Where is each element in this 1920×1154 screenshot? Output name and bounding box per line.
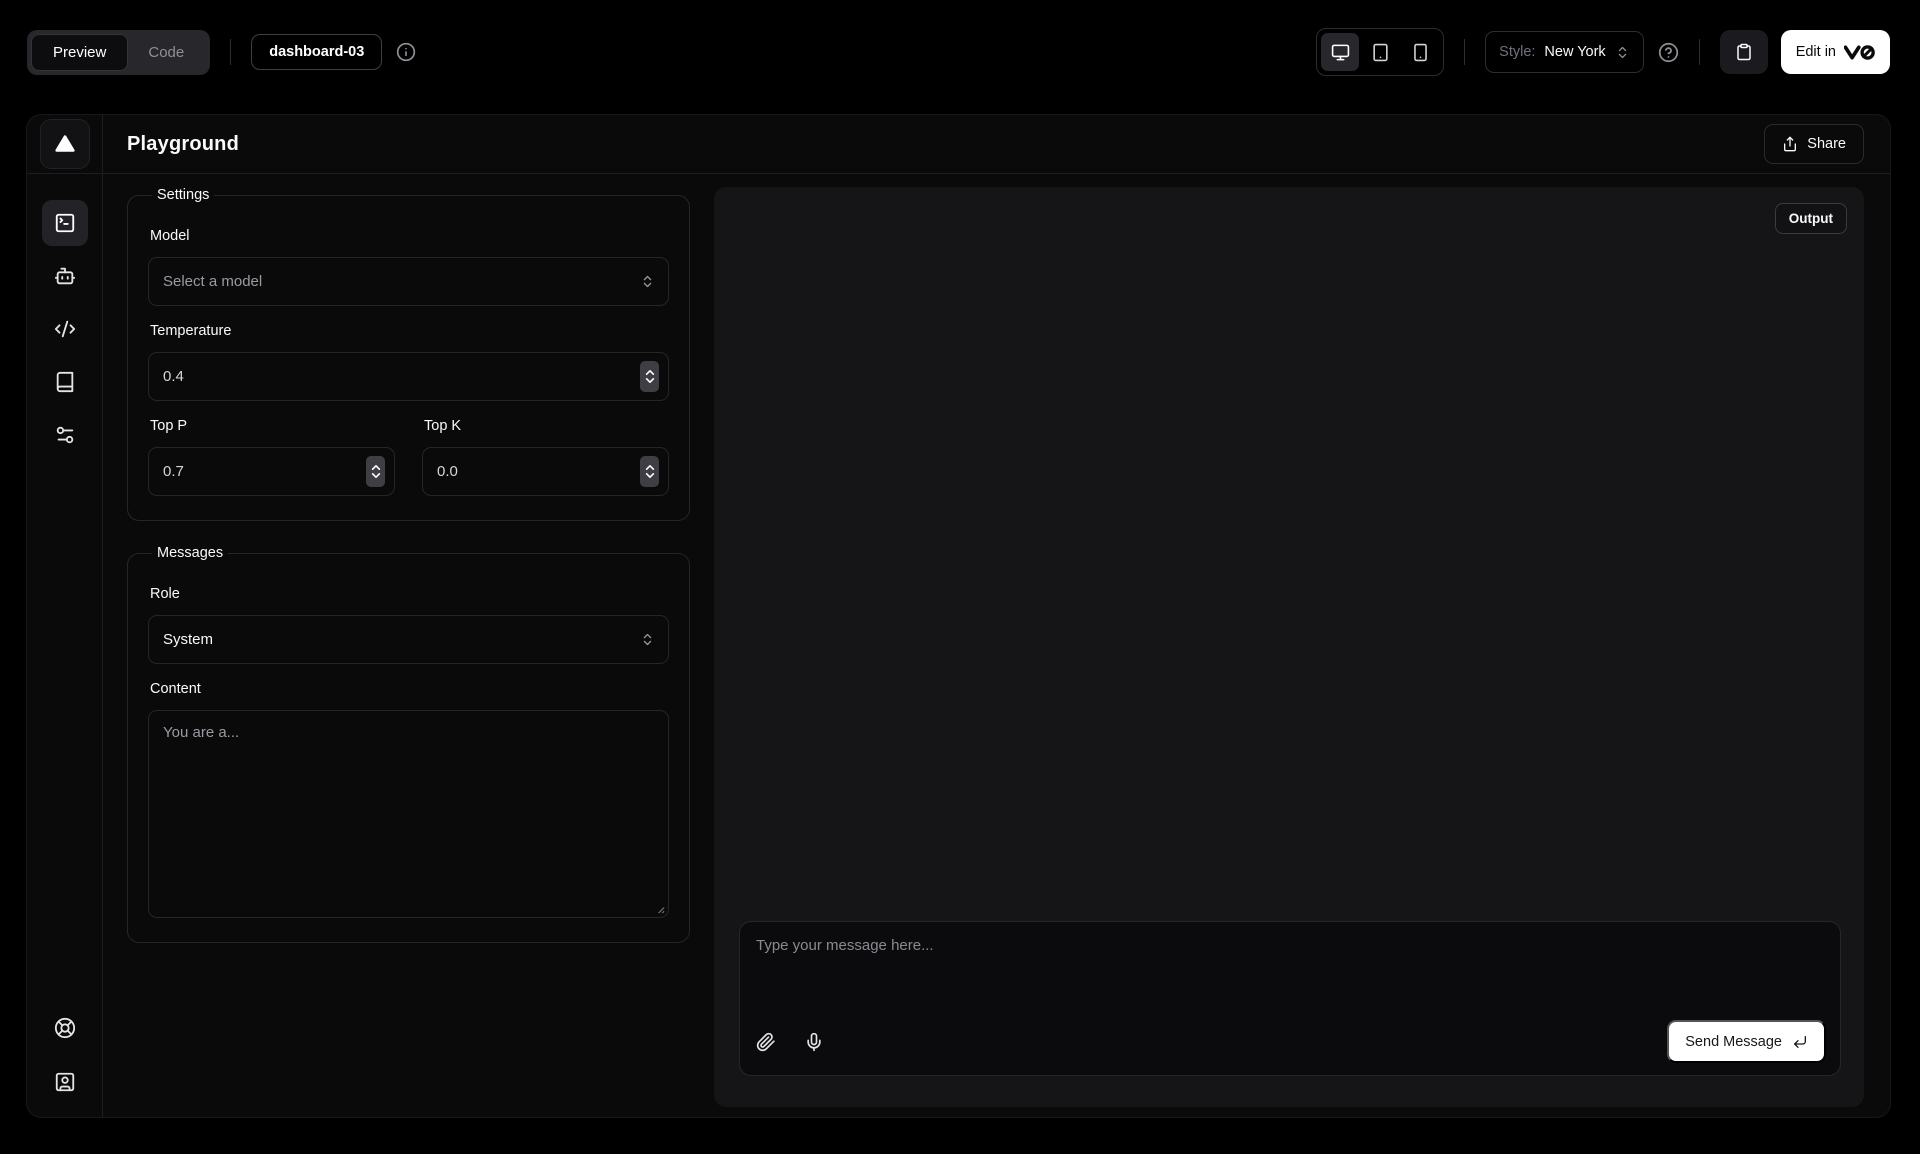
share-button[interactable]: Share (1764, 124, 1864, 164)
model-label: Model (150, 228, 667, 244)
temperature-label: Temperature (150, 323, 667, 339)
sidebar-item-settings[interactable] (42, 412, 88, 458)
top-p-input[interactable]: 0.7 (148, 447, 395, 496)
top-p-label: Top P (150, 418, 393, 434)
style-select-label: Style: (1499, 44, 1535, 60)
divider (1699, 39, 1700, 65)
sidebar-item-models[interactable] (42, 253, 88, 299)
content-textarea-placeholder: You are a... (163, 724, 239, 741)
square-user-icon (54, 1071, 76, 1093)
terminal-icon (54, 212, 76, 234)
top-toolbar: Preview Code dashboard-03 (0, 0, 1920, 104)
device-size-toggle (1316, 28, 1444, 76)
copy-code-button[interactable] (1720, 30, 1768, 74)
playground-app-window: Playground Share Settings Model Select a (27, 115, 1890, 1117)
message-input-placeholder: Type your message here... (756, 937, 1824, 954)
settings-column: Settings Model Select a model Temperatur… (127, 187, 690, 1107)
settings-fieldset: Settings Model Select a model Temperatur… (127, 187, 690, 521)
sidebar-bottom-nav (42, 1005, 88, 1117)
share-icon (1782, 136, 1798, 152)
output-panel: Output Type your message here... Send (714, 187, 1864, 1107)
share-button-label: Share (1807, 136, 1846, 152)
tab-code[interactable]: Code (127, 35, 205, 70)
chevrons-up-down-icon (1615, 45, 1630, 60)
tablet-icon (1371, 43, 1390, 62)
model-select[interactable]: Select a model (148, 257, 669, 306)
messages-fieldset: Messages Role System Content You are a..… (127, 545, 690, 943)
v0-logo-icon (1844, 45, 1875, 60)
tab-preview[interactable]: Preview (32, 35, 127, 70)
sidebar (27, 115, 103, 1117)
code-icon (54, 318, 76, 340)
sidebar-item-api[interactable] (42, 306, 88, 352)
content-label: Content (150, 681, 667, 697)
send-message-label: Send Message (1685, 1034, 1782, 1050)
sidebar-item-documentation[interactable] (42, 359, 88, 405)
sidebar-nav (42, 174, 88, 458)
monitor-icon (1331, 43, 1350, 62)
corner-down-left-icon (1792, 1034, 1808, 1050)
home-logo-button[interactable] (41, 120, 89, 168)
divider (1464, 39, 1465, 65)
composer-toolbar: Send Message (756, 1020, 1826, 1063)
triangle-logo-icon (54, 133, 76, 155)
sidebar-item-playground[interactable] (42, 200, 88, 246)
messages-legend: Messages (152, 545, 228, 561)
style-select-value: New York (1544, 44, 1605, 60)
view-mode-toggle: Preview Code (27, 30, 210, 75)
sidebar-item-help[interactable] (42, 1005, 88, 1051)
edit-in-v0-label: Edit in (1796, 44, 1836, 60)
message-composer[interactable]: Type your message here... Send Message (739, 921, 1841, 1076)
microphone-button[interactable] (804, 1032, 824, 1052)
tablet-view-button[interactable] (1361, 33, 1399, 71)
toolbar-right: Style: New York Edit in (1316, 28, 1890, 76)
role-label: Role (150, 586, 667, 602)
top-k-value: 0.0 (437, 463, 458, 480)
send-message-button[interactable]: Send Message (1667, 1020, 1826, 1063)
resize-handle[interactable] (654, 903, 665, 914)
edit-in-v0-button[interactable]: Edit in (1781, 30, 1890, 74)
number-stepper[interactable] (366, 456, 385, 487)
main-column: Playground Share Settings Model Select a (103, 115, 1890, 1117)
book-icon (54, 371, 76, 393)
desktop-view-button[interactable] (1321, 33, 1359, 71)
smartphone-icon (1411, 43, 1430, 62)
top-p-k-row: Top P 0.7 Top K (148, 401, 669, 496)
divider (230, 39, 231, 65)
life-buoy-icon (54, 1017, 76, 1039)
role-select[interactable]: System (148, 615, 669, 664)
sidebar-item-account[interactable] (42, 1059, 88, 1105)
content-textarea[interactable]: You are a... (148, 710, 669, 918)
attach-file-button[interactable] (756, 1032, 776, 1052)
temperature-value: 0.4 (163, 368, 184, 385)
style-select[interactable]: Style: New York (1485, 31, 1644, 73)
top-k-input[interactable]: 0.0 (422, 447, 669, 496)
page-header: Playground Share (103, 115, 1890, 174)
help-icon[interactable] (1658, 42, 1679, 63)
chevrons-up-down-icon (640, 632, 655, 647)
top-k-label: Top K (424, 418, 667, 434)
role-select-value: System (163, 631, 213, 648)
screen: Preview Code dashboard-03 (0, 0, 1920, 1154)
number-stepper[interactable] (640, 361, 659, 392)
model-select-value: Select a model (163, 273, 262, 290)
sliders-icon (54, 424, 76, 446)
top-p-value: 0.7 (163, 463, 184, 480)
settings-legend: Settings (152, 187, 214, 203)
clipboard-icon (1735, 43, 1753, 61)
bot-icon (54, 265, 76, 287)
chevrons-up-down-icon (640, 274, 655, 289)
content-area: Settings Model Select a model Temperatur… (103, 174, 1890, 1117)
toolbar-left: Preview Code dashboard-03 (27, 30, 416, 75)
number-stepper[interactable] (640, 456, 659, 487)
temperature-input[interactable]: 0.4 (148, 352, 669, 401)
project-name-badge[interactable]: dashboard-03 (251, 34, 382, 70)
mobile-view-button[interactable] (1401, 33, 1439, 71)
info-icon[interactable] (396, 42, 416, 62)
sidebar-logo-cell (27, 115, 102, 174)
output-badge: Output (1775, 203, 1847, 234)
page-title: Playground (127, 133, 239, 156)
